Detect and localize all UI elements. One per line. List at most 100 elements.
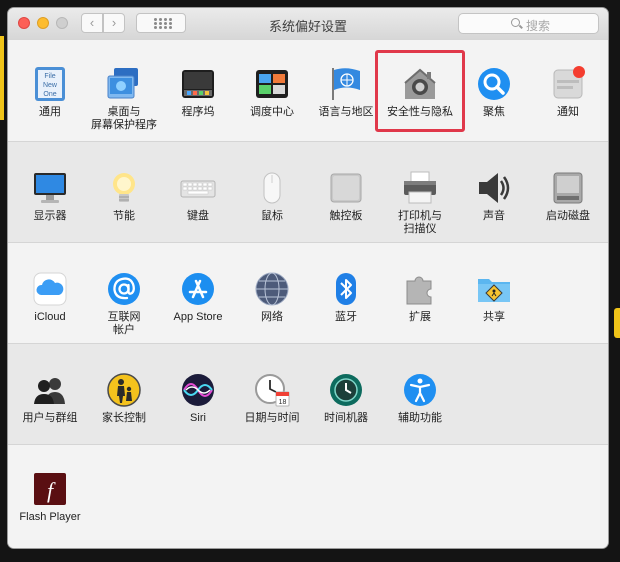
pane-icloud[interactable]: iCloud — [13, 271, 87, 324]
shared-folder-icon — [476, 271, 512, 307]
pane-app-store[interactable]: App Store — [161, 271, 235, 324]
pane-startup-disk[interactable]: 启动磁盘 — [531, 170, 605, 223]
pane-label: 时间机器 — [324, 412, 368, 424]
pane-printers-scanners[interactable]: 打印机与 扫描仪 — [383, 170, 457, 236]
system-preferences-window: ‹ › 系统偏好设置 搜索 File New One 通用 桌面与 屏幕保护程序… — [8, 8, 608, 548]
preferences-row-2: 显示器 节能 键盘 鼠标 触控板 打印机与 扫描仪 声音 启动磁盘 — [8, 141, 608, 243]
pane-sharing[interactable]: 共享 — [457, 271, 531, 324]
background-edge-decoration — [0, 36, 4, 120]
pane-label: 声音 — [483, 210, 505, 222]
svg-text:18: 18 — [279, 399, 287, 406]
pane-parental-controls[interactable]: 家长控制 — [87, 372, 161, 425]
pane-label: 节能 — [113, 210, 135, 222]
time-machine-icon — [328, 372, 364, 408]
puzzle-icon — [402, 271, 438, 307]
pane-desktop-screensaver[interactable]: 桌面与 屏幕保护程序 — [87, 66, 161, 132]
preferences-row-1: File New One 通用 桌面与 屏幕保护程序 程序坞 调度中心 语言与地… — [8, 40, 608, 141]
pane-network[interactable]: 网络 — [235, 271, 309, 324]
file-new-one-icon: File New One — [32, 66, 68, 102]
pane-label: 键盘 — [187, 210, 209, 222]
pane-date-time[interactable]: 18 日期与时间 — [235, 372, 309, 425]
printer-icon — [402, 170, 438, 206]
search-icon — [511, 18, 520, 27]
pane-label: 辅助功能 — [398, 412, 442, 424]
pane-label: 聚焦 — [483, 106, 505, 118]
pane-accessibility[interactable]: 辅助功能 — [383, 372, 457, 425]
pane-label: 程序坞 — [181, 106, 215, 118]
search-placeholder: 搜索 — [526, 19, 551, 33]
hard-disk-icon — [550, 170, 586, 206]
pane-extensions[interactable]: 扩展 — [383, 271, 457, 324]
pane-flash-player[interactable]: f Flash Player — [13, 471, 87, 524]
pane-bluetooth[interactable]: 蓝牙 — [309, 271, 383, 324]
pane-label: iCloud — [34, 311, 66, 323]
svg-text:New: New — [43, 82, 58, 89]
pane-label: 显示器 — [33, 210, 67, 222]
preferences-row-3: iCloud 互联网 帐户 App Store 网络 蓝牙 扩展 共享 — [8, 242, 608, 344]
pane-siri[interactable]: Siri — [161, 372, 235, 425]
pane-displays[interactable]: 显示器 — [13, 170, 87, 223]
dock-icon — [180, 66, 216, 102]
pane-label: 家长控制 — [102, 412, 146, 424]
pane-internet-accounts[interactable]: 互联网 帐户 — [87, 271, 161, 337]
pane-mission-control[interactable]: 调度中心 — [235, 66, 309, 119]
trackpad-icon — [328, 170, 364, 206]
pane-general[interactable]: File New One 通用 — [13, 66, 87, 119]
at-sign-icon — [106, 271, 142, 307]
pane-language-region[interactable]: 语言与地区 — [309, 66, 383, 119]
mouse-icon — [254, 170, 290, 206]
pane-sound[interactable]: 声音 — [457, 170, 531, 223]
pane-energy-saver[interactable]: 节能 — [87, 170, 161, 223]
search-field[interactable]: 搜索 — [458, 13, 599, 34]
keyboard-icon — [180, 170, 216, 206]
desktop-screensaver-icon — [106, 66, 142, 102]
pane-label: Flash Player — [19, 511, 81, 523]
svg-text:One: One — [43, 91, 56, 98]
network-globe-icon — [254, 271, 290, 307]
pane-label: Siri — [190, 412, 206, 424]
pane-label: 通用 — [39, 106, 61, 118]
mission-control-icon — [254, 66, 290, 102]
pane-label: 调度中心 — [250, 106, 294, 118]
flag-globe-icon — [328, 66, 364, 102]
pane-label: App Store — [173, 311, 223, 323]
pane-users-groups[interactable]: 用户与群组 — [13, 372, 87, 425]
pane-label: 语言与地区 — [318, 106, 374, 118]
svg-text:File: File — [44, 73, 55, 80]
magnifier-icon — [476, 66, 512, 102]
pane-label: 扩展 — [409, 311, 431, 323]
pane-mouse[interactable]: 鼠标 — [235, 170, 309, 223]
pane-dock[interactable]: 程序坞 — [161, 66, 235, 119]
pane-notifications[interactable]: 通知 — [531, 66, 605, 119]
cloud-icon — [32, 271, 68, 307]
app-store-icon — [180, 271, 216, 307]
pane-label: 鼠标 — [261, 210, 283, 222]
notifications-icon — [550, 66, 586, 102]
siri-icon — [180, 372, 216, 408]
pane-label: 通知 — [557, 106, 579, 118]
title-bar: ‹ › 系统偏好设置 搜索 — [8, 8, 608, 41]
preferences-row-4: 用户与群组 家长控制 Siri 18 日期与时间 时间机器 辅助功能 — [8, 343, 608, 445]
accessibility-icon — [402, 372, 438, 408]
pane-label: 互联网 帐户 — [107, 311, 141, 336]
pane-trackpad[interactable]: 触控板 — [309, 170, 383, 223]
pane-label: 共享 — [483, 311, 505, 323]
flash-player-icon: f — [32, 471, 68, 507]
parental-controls-icon — [106, 372, 142, 408]
pane-label: 网络 — [261, 311, 283, 323]
speaker-icon — [476, 170, 512, 206]
pane-spotlight[interactable]: 聚焦 — [457, 66, 531, 119]
pane-label: 日期与时间 — [244, 412, 300, 424]
pane-keyboard[interactable]: 键盘 — [161, 170, 235, 223]
highlight-box — [375, 50, 465, 132]
users-icon — [32, 372, 68, 408]
pane-label: 用户与群组 — [22, 412, 78, 424]
pane-time-machine[interactable]: 时间机器 — [309, 372, 383, 425]
clock-calendar-icon: 18 — [254, 372, 290, 408]
pane-label: 启动磁盘 — [546, 210, 590, 222]
preferences-row-other: f Flash Player — [8, 444, 608, 548]
pane-label: 桌面与 屏幕保护程序 — [91, 106, 157, 131]
lightbulb-icon — [106, 170, 142, 206]
pane-label: 蓝牙 — [335, 311, 357, 323]
bluetooth-icon — [328, 271, 364, 307]
